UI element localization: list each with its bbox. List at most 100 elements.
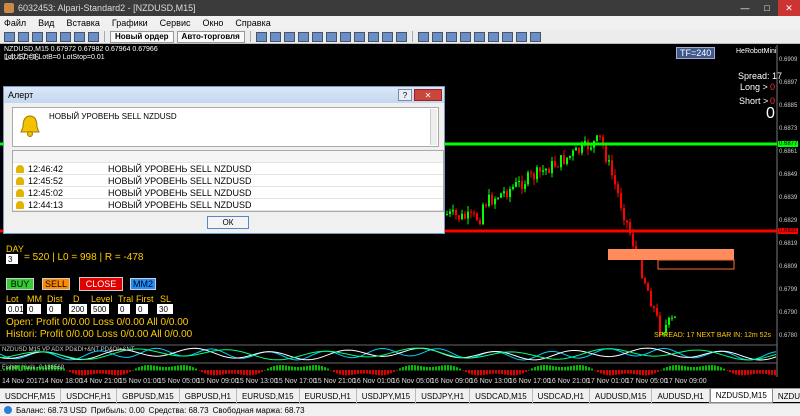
tral-input[interactable]: 0 <box>118 304 130 314</box>
alert-time: 12:44:13 <box>28 199 64 210</box>
menu-window[interactable]: Окно <box>203 18 224 28</box>
close-all-button[interactable]: CLOSE <box>79 277 123 291</box>
menu-charts[interactable]: Графики <box>112 18 148 28</box>
tab-gbpusd-h1[interactable]: GBPUSD,H1 <box>180 389 237 403</box>
price-tick: 0.6839 <box>779 195 798 201</box>
periods-icon[interactable] <box>381 31 393 42</box>
alert-window-controls: ? ✕ <box>398 89 442 101</box>
close-button[interactable]: ✕ <box>778 0 800 16</box>
alert-close-button[interactable]: ✕ <box>414 89 442 101</box>
bar-chart-icon[interactable] <box>255 31 267 42</box>
tab-eurusd-h1[interactable]: EURUSD,H1 <box>300 389 357 403</box>
minimize-button[interactable]: — <box>734 0 756 16</box>
menu-file[interactable]: Файл <box>4 18 26 28</box>
buy-button[interactable]: BUY <box>6 278 34 290</box>
horizontal-line-icon[interactable] <box>459 31 471 42</box>
line-chart-icon[interactable] <box>283 31 295 42</box>
ok-button[interactable]: ОК <box>207 216 249 229</box>
mm-input[interactable]: 0 <box>27 304 41 314</box>
tab-nzdusd-h1[interactable]: NZDUSD,H1 <box>773 389 800 403</box>
market-watch-icon[interactable] <box>32 31 43 42</box>
fisher-bar <box>705 365 707 371</box>
new-chart-icon[interactable] <box>4 31 15 42</box>
menu-insert[interactable]: Вставка <box>66 18 99 28</box>
candle-body <box>557 166 559 168</box>
candle-body <box>458 215 460 220</box>
alert-text: НОВЫЙ УРОВЕНЬ SELL NZDUSD <box>108 163 252 174</box>
zoom-in-icon[interactable] <box>297 31 309 42</box>
fisher-bar <box>312 365 314 371</box>
day-value-box[interactable]: 3 <box>6 254 18 264</box>
vertical-line-icon[interactable] <box>445 31 457 42</box>
fisher-bar <box>633 370 635 375</box>
fisher-bar <box>567 366 569 371</box>
fisher-bar <box>501 370 503 375</box>
templates-icon[interactable] <box>395 31 407 42</box>
sl-input[interactable]: 30 <box>157 304 173 314</box>
fisher-bar <box>249 370 251 376</box>
d-input[interactable]: 200 <box>69 304 87 314</box>
fisher-bar <box>90 370 92 375</box>
equidistant-channel-icon[interactable] <box>487 31 499 42</box>
tab-nzdusd-m15[interactable]: NZDUSD,M15 <box>709 389 773 403</box>
tab-usdjpy-h1[interactable]: USDJPY,H1 <box>416 389 471 403</box>
navigator-icon[interactable] <box>60 31 71 42</box>
maximize-button[interactable]: □ <box>756 0 778 16</box>
list-item[interactable]: 12:46:42 НОВЫЙ УРОВЕНЬ SELL NZDUSD <box>13 163 443 175</box>
tab-usdchf-m15[interactable]: USDCHF,M15 <box>0 389 62 403</box>
data-window-icon[interactable] <box>46 31 57 42</box>
tab-audusd-m15[interactable]: AUDUSD,M15 <box>590 389 653 403</box>
list-item[interactable]: 12:45:52 НОВЫЙ УРОВЕНЬ SELL NZDUSD <box>13 175 443 187</box>
first-input[interactable]: 0 <box>136 304 148 314</box>
new-order-button[interactable]: Новый ордер <box>110 30 174 43</box>
arrow-tool-icon[interactable] <box>529 31 541 42</box>
sell-button[interactable]: SELL <box>42 278 70 290</box>
menu-tools[interactable]: Сервис <box>160 18 191 28</box>
auto-trading-button[interactable]: Авто-торговля <box>176 30 245 43</box>
mm2-button[interactable]: MM2 <box>130 278 156 290</box>
indicators-icon[interactable] <box>367 31 379 42</box>
lot-input[interactable]: 0.01 <box>6 304 24 314</box>
fisher-bar <box>585 366 587 371</box>
fisher-bar <box>651 370 653 375</box>
strategy-tester-icon[interactable] <box>88 31 99 42</box>
menu-help[interactable]: Справка <box>235 18 270 28</box>
zoom-out-icon[interactable] <box>311 31 323 42</box>
terminal-icon[interactable] <box>74 31 85 42</box>
fisher-bar <box>78 370 80 376</box>
autoscroll-icon[interactable] <box>339 31 351 42</box>
tile-windows-icon[interactable] <box>325 31 337 42</box>
candle-chart-icon[interactable] <box>269 31 281 42</box>
fibonacci-icon[interactable] <box>501 31 513 42</box>
short-label: Short > <box>739 96 769 106</box>
fisher-bar <box>87 370 89 375</box>
tab-usdchf-h1[interactable]: USDCHF,H1 <box>61 389 118 403</box>
fisher-bar <box>261 370 263 372</box>
tab-gbpusd-m15[interactable]: GBPUSD,M15 <box>117 389 180 403</box>
list-item[interactable]: 12:44:13 НОВЫЙ УРОВЕНЬ SELL NZDUSD <box>13 199 443 211</box>
help-button[interactable]: ? <box>398 89 412 101</box>
dist-input[interactable]: 0 <box>47 304 61 314</box>
level-input[interactable]: 500 <box>91 304 109 314</box>
tab-audusd-h1[interactable]: AUDUSD,H1 <box>652 389 710 403</box>
fisher-bar <box>387 370 389 375</box>
tab-eurusd-m15[interactable]: EURUSD,M15 <box>237 389 300 403</box>
menu-view[interactable]: Вид <box>38 18 54 28</box>
crosshair-icon[interactable] <box>431 31 443 42</box>
fisher-bar <box>702 365 704 371</box>
cursor-icon[interactable] <box>417 31 429 42</box>
message-scrollbar[interactable] <box>430 109 437 145</box>
profiles-icon[interactable] <box>18 31 29 42</box>
fisher-bar <box>774 370 776 376</box>
text-tool-icon[interactable] <box>515 31 527 42</box>
tab-usdcad-h1[interactable]: USDCAD,H1 <box>533 389 590 403</box>
alert-title: Алерт <box>8 90 34 100</box>
list-item[interactable]: 12:45:02 НОВЫЙ УРОВЕНЬ SELL NZDUSD <box>13 187 443 199</box>
tab-usdjpy-m15[interactable]: USDJPY,M15 <box>357 389 417 403</box>
chart-shift-icon[interactable] <box>353 31 365 42</box>
tab-usdcad-m15[interactable]: USDCAD,M15 <box>470 389 533 403</box>
candle-body <box>611 160 613 176</box>
trendline-icon[interactable] <box>473 31 485 42</box>
fisher-bar <box>75 370 77 375</box>
alert-text: НОВЫЙ УРОВЕНЬ SELL NZDUSD <box>108 199 252 210</box>
